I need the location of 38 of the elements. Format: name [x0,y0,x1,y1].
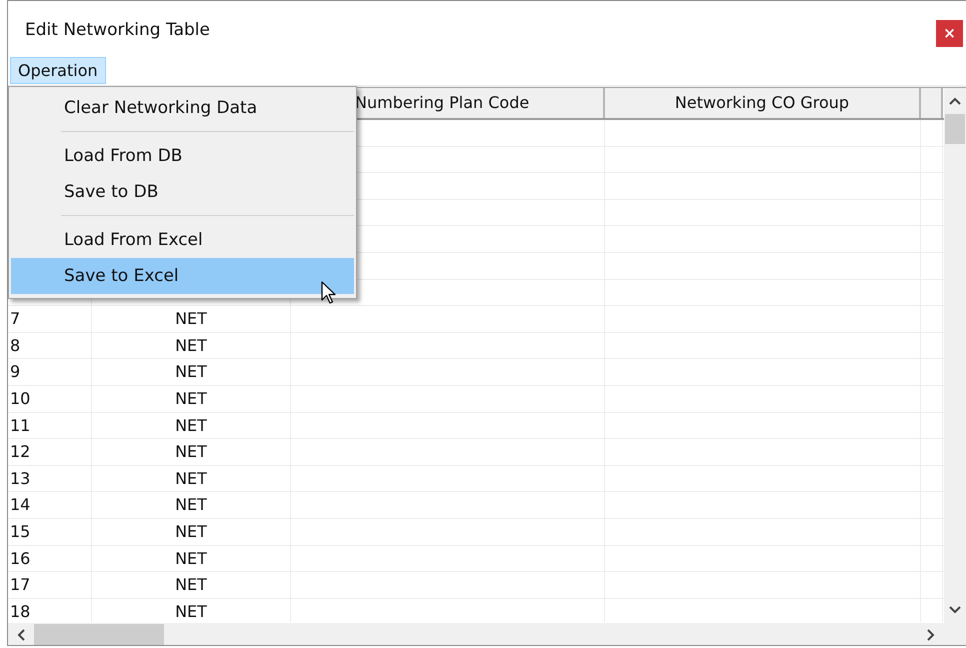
table-cell: 11 [8,412,92,438]
close-button[interactable]: × [936,20,963,46]
table-cell: 7 [8,306,92,332]
table-cell: 15 [8,518,92,544]
table-cell: NET [92,332,291,358]
scroll-left-icon[interactable] [17,629,25,641]
table-cell: NET [92,359,291,385]
table-cell: NET [92,412,291,438]
table-cell: 17 [8,572,92,598]
table-cell: NET [92,386,291,412]
scroll-right-icon[interactable] [927,629,935,641]
cursor-icon [321,281,337,305]
table-cell: NET [92,546,291,572]
menu-item[interactable]: Load From Excel [11,222,354,258]
scroll-up-icon[interactable] [949,97,961,105]
scroll-thumb[interactable] [34,624,164,645]
table-cell: 14 [8,492,92,518]
table-cell: 16 [8,546,92,572]
menu-item[interactable]: Load From DB [11,138,354,174]
table-cell: NET [92,466,291,492]
table-cell: NET [92,439,291,465]
column-header[interactable] [921,88,943,118]
menu-item[interactable]: Save to Excel [11,258,354,294]
table-cell: NET [92,306,291,332]
table-cell: NET [92,572,291,598]
scroll-thumb[interactable] [945,114,965,144]
window-title: Edit Networking Table [25,20,210,40]
menu-item[interactable]: Save to DB [11,174,354,210]
scroll-down-icon[interactable] [949,606,961,614]
table-cell: NET [92,518,291,544]
menu-item[interactable]: Operation [10,56,106,84]
column-header[interactable]: Networking CO Group [605,88,921,118]
table-cell: 8 [8,332,92,358]
table-cell: 13 [8,466,92,492]
table-cell: 9 [8,359,92,385]
table-cell: NET [92,492,291,518]
table-cell: 12 [8,439,92,465]
table-cell: 10 [8,386,92,412]
